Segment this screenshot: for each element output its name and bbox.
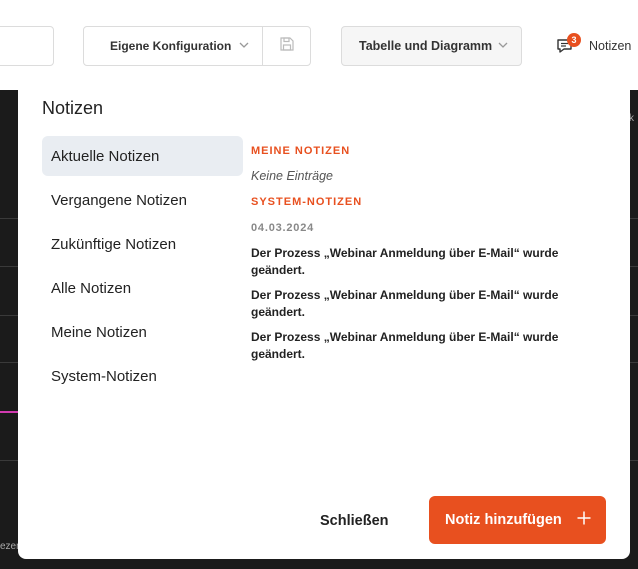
- notes-dialog: Notizen Aktuelle Notizen Vergangene Noti…: [18, 80, 630, 559]
- nav-item-label: Aktuelle Notizen: [51, 147, 160, 165]
- system-note-entry: Der Prozess „Webinar Anmeldung über E-Ma…: [251, 246, 559, 277]
- close-button-label: Schließen: [320, 513, 389, 529]
- notes-count-badge: 3: [567, 33, 581, 47]
- nav-item-label: Meine Notizen: [51, 323, 147, 341]
- nav-item-label: Zukünftige Notizen: [51, 235, 177, 253]
- comment-icon: 3: [556, 33, 581, 56]
- view-mode-select[interactable]: Tabelle und Diagramm: [341, 26, 522, 66]
- note-date: 04.03.2024: [251, 222, 315, 234]
- chart-line-fragment: [0, 411, 20, 413]
- nav-item-all-notes[interactable]: Alle Notizen: [42, 268, 243, 308]
- nav-item-past-notes[interactable]: Vergangene Notizen: [42, 180, 243, 220]
- dialog-title: Notizen: [42, 98, 104, 118]
- system-note-entry: Der Prozess „Webinar Anmeldung über E-Ma…: [251, 288, 559, 319]
- nav-item-future-notes[interactable]: Zukünftige Notizen: [42, 224, 243, 264]
- save-configuration-button[interactable]: [262, 26, 311, 66]
- nav-item-current-notes[interactable]: Aktuelle Notizen: [42, 136, 243, 176]
- notes-button-label: Notizen: [589, 39, 632, 53]
- configuration-select-label: Eigene Konfiguration: [110, 39, 232, 53]
- plus-icon: [576, 510, 592, 530]
- toolbar: Eigene Konfiguration Tabelle und Diagram…: [0, 0, 638, 90]
- toolbar-field[interactable]: [0, 26, 54, 66]
- system-notes-heading: System-Notizen: [251, 196, 363, 208]
- close-button[interactable]: Schließen: [320, 509, 389, 533]
- notes-content: Meine Notizen Keine Einträge System-Noti…: [251, 145, 591, 363]
- nav-item-system-notes[interactable]: System-Notizen: [42, 356, 243, 396]
- configuration-select[interactable]: Eigene Konfiguration: [83, 26, 263, 66]
- nav-item-label: System-Notizen: [51, 367, 157, 385]
- save-icon: [279, 36, 295, 57]
- notes-filter-nav: Aktuelle Notizen Vergangene Notizen Zukü…: [42, 136, 243, 400]
- empty-state-text: Keine Einträge: [251, 169, 334, 183]
- chevron-down-icon: [497, 39, 509, 54]
- nav-item-label: Alle Notizen: [51, 279, 132, 297]
- nav-item-my-notes[interactable]: Meine Notizen: [42, 312, 243, 352]
- add-note-button[interactable]: Notiz hinzufügen: [429, 496, 606, 544]
- chevron-down-icon: [238, 39, 250, 54]
- nav-item-label: Vergangene Notizen: [51, 191, 187, 209]
- system-note-entry: Der Prozess „Webinar Anmeldung über E-Ma…: [251, 330, 559, 361]
- my-notes-heading: Meine Notizen: [251, 145, 351, 157]
- add-note-button-label: Notiz hinzufügen: [445, 512, 562, 528]
- view-mode-select-label: Tabelle und Diagramm: [359, 39, 493, 53]
- notes-button[interactable]: 3 Notizen: [556, 33, 632, 58]
